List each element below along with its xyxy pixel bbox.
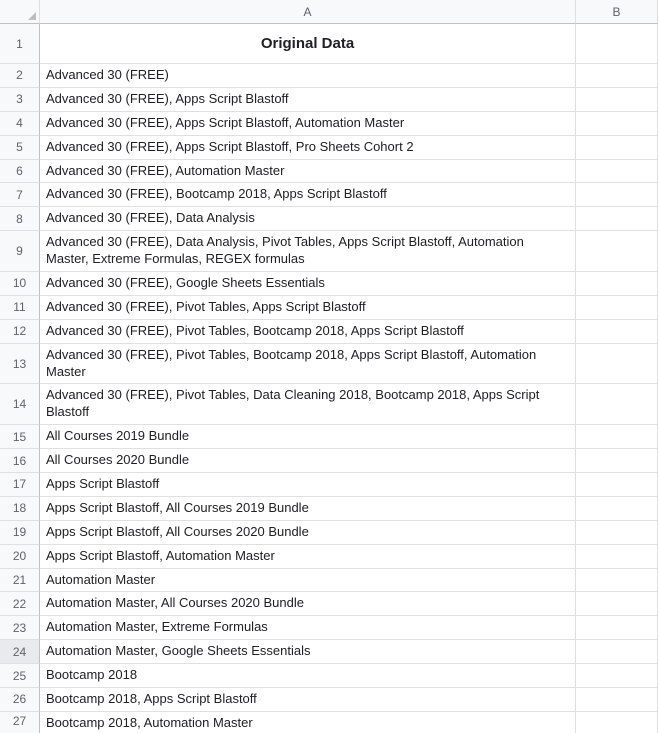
row-header[interactable]: 25	[0, 664, 40, 688]
row-header[interactable]: 7	[0, 183, 40, 207]
data-cell[interactable]: Advanced 30 (FREE), Data Analysis, Pivot…	[40, 231, 576, 272]
empty-cell[interactable]	[576, 664, 658, 688]
data-cell[interactable]: Bootcamp 2018	[40, 664, 576, 688]
row-header[interactable]: 8	[0, 207, 40, 231]
data-cell[interactable]: All Courses 2020 Bundle	[40, 449, 576, 473]
empty-cell[interactable]	[576, 497, 658, 521]
empty-cell[interactable]	[576, 296, 658, 320]
column-header-b[interactable]: B	[576, 0, 658, 24]
empty-cell[interactable]	[576, 640, 658, 664]
empty-cell[interactable]	[576, 592, 658, 616]
row-header[interactable]: 17	[0, 473, 40, 497]
data-cell[interactable]: Apps Script Blastoff, Automation Master	[40, 545, 576, 569]
data-cell[interactable]: Apps Script Blastoff	[40, 473, 576, 497]
row-header[interactable]: 22	[0, 592, 40, 616]
empty-cell[interactable]	[576, 183, 658, 207]
data-cell[interactable]: Bootcamp 2018, Apps Script Blastoff	[40, 688, 576, 712]
data-cell[interactable]: Advanced 30 (FREE), Automation Master	[40, 160, 576, 184]
data-cell[interactable]: Automation Master, Extreme Formulas	[40, 616, 576, 640]
empty-cell[interactable]	[576, 112, 658, 136]
row-header[interactable]: 3	[0, 88, 40, 112]
empty-cell[interactable]	[576, 473, 658, 497]
row-header[interactable]: 20	[0, 545, 40, 569]
row-header[interactable]: 16	[0, 449, 40, 473]
data-cell[interactable]: Advanced 30 (FREE), Google Sheets Essent…	[40, 272, 576, 296]
empty-cell[interactable]	[576, 425, 658, 449]
empty-cell[interactable]	[576, 272, 658, 296]
row-header[interactable]: 14	[0, 384, 40, 425]
data-cell[interactable]: Advanced 30 (FREE), Bootcamp 2018, Apps …	[40, 183, 576, 207]
row-header[interactable]: 13	[0, 344, 40, 385]
data-cell[interactable]: All Courses 2019 Bundle	[40, 425, 576, 449]
data-cell[interactable]: Advanced 30 (FREE), Pivot Tables, Apps S…	[40, 296, 576, 320]
row-header[interactable]: 10	[0, 272, 40, 296]
empty-cell[interactable]	[576, 64, 658, 88]
data-cell[interactable]: Automation Master, Google Sheets Essenti…	[40, 640, 576, 664]
empty-cell[interactable]	[576, 320, 658, 344]
empty-cell[interactable]	[576, 231, 658, 272]
row-header[interactable]: 9	[0, 231, 40, 272]
title-cell[interactable]: Original Data	[40, 24, 576, 64]
row-header[interactable]: 6	[0, 160, 40, 184]
empty-cell[interactable]	[576, 160, 658, 184]
empty-cell[interactable]	[576, 344, 658, 385]
empty-cell[interactable]	[576, 545, 658, 569]
data-cell[interactable]: Advanced 30 (FREE), Apps Script Blastoff…	[40, 136, 576, 160]
data-cell[interactable]: Advanced 30 (FREE), Pivot Tables, Bootca…	[40, 344, 576, 385]
empty-cell[interactable]	[576, 24, 658, 64]
empty-cell[interactable]	[576, 712, 658, 733]
empty-cell[interactable]	[576, 136, 658, 160]
row-header[interactable]: 23	[0, 616, 40, 640]
row-header[interactable]: 21	[0, 569, 40, 593]
empty-cell[interactable]	[576, 384, 658, 425]
empty-cell[interactable]	[576, 616, 658, 640]
data-cell[interactable]: Automation Master, All Courses 2020 Bund…	[40, 592, 576, 616]
row-header[interactable]: 19	[0, 521, 40, 545]
row-header[interactable]: 15	[0, 425, 40, 449]
row-header[interactable]: 5	[0, 136, 40, 160]
column-header-a[interactable]: A	[40, 0, 576, 24]
row-header[interactable]: 4	[0, 112, 40, 136]
data-cell[interactable]: Bootcamp 2018, Automation Master	[40, 712, 576, 733]
data-cell[interactable]: Advanced 30 (FREE), Data Analysis	[40, 207, 576, 231]
empty-cell[interactable]	[576, 521, 658, 545]
row-header[interactable]: 18	[0, 497, 40, 521]
data-cell[interactable]: Advanced 30 (FREE), Pivot Tables, Bootca…	[40, 320, 576, 344]
data-cell[interactable]: Apps Script Blastoff, All Courses 2020 B…	[40, 521, 576, 545]
data-cell[interactable]: Apps Script Blastoff, All Courses 2019 B…	[40, 497, 576, 521]
row-header[interactable]: 12	[0, 320, 40, 344]
empty-cell[interactable]	[576, 688, 658, 712]
data-cell[interactable]: Automation Master	[40, 569, 576, 593]
row-header[interactable]: 26	[0, 688, 40, 712]
row-header[interactable]: 27	[0, 712, 40, 733]
select-all-corner[interactable]	[0, 0, 40, 24]
row-header[interactable]: 1	[0, 24, 40, 64]
row-header[interactable]: 11	[0, 296, 40, 320]
empty-cell[interactable]	[576, 569, 658, 593]
empty-cell[interactable]	[576, 88, 658, 112]
data-cell[interactable]: Advanced 30 (FREE), Pivot Tables, Data C…	[40, 384, 576, 425]
data-cell[interactable]: Advanced 30 (FREE)	[40, 64, 576, 88]
data-cell[interactable]: Advanced 30 (FREE), Apps Script Blastoff…	[40, 112, 576, 136]
data-cell[interactable]: Advanced 30 (FREE), Apps Script Blastoff	[40, 88, 576, 112]
empty-cell[interactable]	[576, 207, 658, 231]
empty-cell[interactable]	[576, 449, 658, 473]
row-header[interactable]: 24	[0, 640, 40, 664]
row-header[interactable]: 2	[0, 64, 40, 88]
